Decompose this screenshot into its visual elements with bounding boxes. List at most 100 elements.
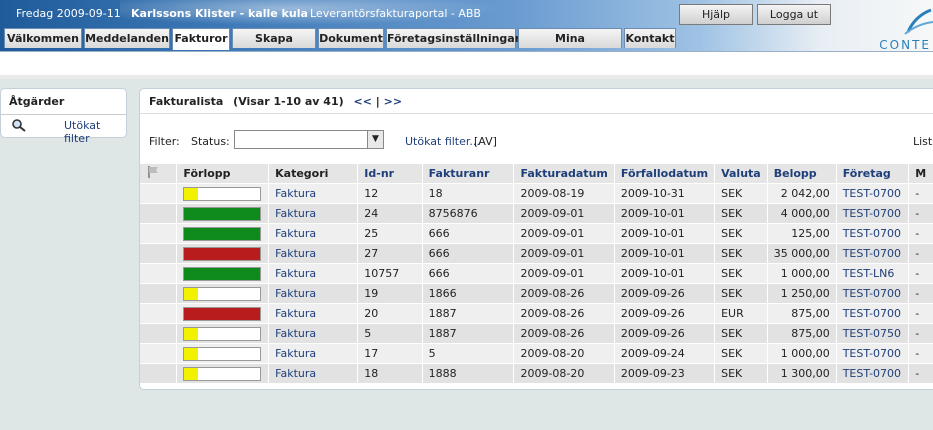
row-foretag[interactable]: TEST-0700 bbox=[836, 203, 910, 224]
row-kategori[interactable]: Faktura bbox=[268, 223, 359, 244]
tab-foretagsinstallningar[interactable]: Företagsinställningar bbox=[386, 28, 520, 48]
progress-bar bbox=[183, 346, 262, 361]
tab-kontakt[interactable]: Kontakt bbox=[624, 28, 676, 48]
row-foretag[interactable]: TEST-0750 bbox=[836, 323, 910, 344]
progress-fill bbox=[184, 327, 199, 340]
kategori-link[interactable]: Faktura bbox=[275, 287, 316, 300]
row-foretag[interactable]: TEST-0700 bbox=[836, 343, 910, 364]
tab-meddelanden[interactable]: Meddelanden bbox=[84, 28, 170, 48]
tab-valkommen[interactable]: Välkommen bbox=[4, 28, 82, 48]
column-m[interactable]: M bbox=[908, 164, 933, 184]
row-fakturadatum: 2009-09-01 bbox=[513, 223, 615, 244]
row-kategori[interactable]: Faktura bbox=[268, 243, 359, 264]
row-belopp: 1 000,00 bbox=[767, 263, 837, 284]
row-foretag[interactable]: TEST-0700 bbox=[836, 283, 910, 304]
row-foretag[interactable]: TEST-0700 bbox=[836, 183, 910, 204]
kategori-link[interactable]: Faktura bbox=[275, 227, 316, 240]
row-kategori[interactable]: Faktura bbox=[268, 183, 359, 204]
foretag-link[interactable]: TEST-0700 bbox=[843, 247, 901, 260]
row-foretag[interactable]: TEST-LN6 bbox=[836, 263, 910, 284]
row-kategori[interactable]: Faktura bbox=[268, 343, 359, 364]
kategori-link[interactable]: Faktura bbox=[275, 187, 316, 200]
row-foretag[interactable]: TEST-0700 bbox=[836, 363, 910, 383]
row-progress-cell bbox=[176, 303, 270, 324]
table-row[interactable]: Faktura 20 1887 2009-08-26 2009-09-26 EUR 875,… bbox=[140, 303, 933, 324]
row-kategori[interactable]: Faktura bbox=[268, 323, 359, 344]
column-id-nr[interactable]: Id-nr bbox=[357, 164, 423, 184]
kategori-link[interactable]: Faktura bbox=[275, 247, 316, 260]
row-fakturadatum: 2009-08-26 bbox=[513, 323, 615, 344]
kategori-link[interactable]: Faktura bbox=[275, 267, 316, 280]
tab-mina-installningar[interactable]: Mina inställningar bbox=[518, 28, 622, 65]
foretag-link[interactable]: TEST-LN6 bbox=[843, 267, 895, 280]
extended-filter-link[interactable]: Utökat filter bbox=[64, 119, 100, 145]
foretag-link[interactable]: TEST-0700 bbox=[843, 187, 901, 200]
foretag-link[interactable]: TEST-0700 bbox=[843, 287, 901, 300]
magnifier-icon[interactable] bbox=[11, 118, 27, 135]
logo-text: CONTE bbox=[879, 38, 931, 52]
foretag-link[interactable]: TEST-0750 bbox=[843, 327, 901, 340]
list-title: Fakturalista bbox=[149, 95, 224, 108]
table-row[interactable]: Faktura 25 666 2009-09-01 2009-10-01 SEK 125,0… bbox=[140, 223, 933, 244]
table-row[interactable]: Faktura 24 8756876 2009-09-01 2009-10-01 SEK 4… bbox=[140, 203, 933, 224]
table-row[interactable]: Faktura 18 1888 2009-08-20 2009-09-23 SEK 1 30… bbox=[140, 363, 933, 383]
row-m: - bbox=[908, 323, 933, 344]
row-progress-cell bbox=[176, 363, 270, 383]
foretag-link[interactable]: TEST-0700 bbox=[843, 307, 901, 320]
prev-page-link[interactable]: << bbox=[353, 95, 371, 108]
table-row[interactable]: Faktura 19 1866 2009-08-26 2009-09-26 SEK 1 25… bbox=[140, 283, 933, 304]
column-belopp[interactable]: Belopp bbox=[767, 164, 837, 184]
tab-fakturor[interactable]: Fakturor bbox=[172, 28, 230, 50]
row-foretag[interactable]: TEST-0700 bbox=[836, 303, 910, 324]
status-select[interactable]: ▼ bbox=[234, 130, 384, 149]
logout-button[interactable]: Logga ut bbox=[757, 4, 831, 25]
extended-filter-link-list[interactable]: Utökat filter... bbox=[405, 135, 480, 148]
column-kategori[interactable]: Kategori bbox=[268, 164, 359, 184]
table-row[interactable]: Faktura 10757 666 2009-09-01 2009-10-01 SEK 1 … bbox=[140, 263, 933, 284]
column-fakturadatum[interactable]: Fakturadatum bbox=[513, 164, 615, 184]
row-kategori[interactable]: Faktura bbox=[268, 303, 359, 324]
help-button[interactable]: Hjälp bbox=[679, 4, 753, 25]
column-forfallodatum[interactable]: Förfallodatum bbox=[614, 164, 716, 184]
kategori-link[interactable]: Faktura bbox=[275, 307, 316, 320]
kategori-link[interactable]: Faktura bbox=[275, 347, 316, 360]
table-row[interactable]: Faktura 27 666 2009-09-01 2009-10-01 SEK 35 00… bbox=[140, 243, 933, 264]
row-kategori[interactable]: Faktura bbox=[268, 283, 359, 304]
row-kategori[interactable]: Faktura bbox=[268, 363, 359, 383]
row-forfallodatum: 2009-10-01 bbox=[614, 203, 716, 224]
progress-fill bbox=[184, 267, 261, 280]
column-fakturanr[interactable]: Fakturanr bbox=[422, 164, 515, 184]
row-kategori[interactable]: Faktura bbox=[268, 203, 359, 224]
foretag-link[interactable]: TEST-0700 bbox=[843, 207, 901, 220]
tab-skapa-faktura[interactable]: Skapa faktura bbox=[232, 28, 316, 65]
column-valuta[interactable]: Valuta bbox=[714, 164, 768, 184]
kategori-link[interactable]: Faktura bbox=[275, 327, 316, 340]
foretag-link[interactable]: TEST-0700 bbox=[843, 367, 901, 380]
row-fakturadatum: 2009-08-26 bbox=[513, 303, 615, 324]
next-page-link[interactable]: >> bbox=[384, 95, 402, 108]
kategori-link[interactable]: Faktura bbox=[275, 367, 316, 380]
row-flag-cell bbox=[140, 303, 178, 324]
table-row[interactable]: Faktura 12 18 2009-08-19 2009-10-31 SEK 2 042,… bbox=[140, 183, 933, 204]
row-forfallodatum: 2009-09-26 bbox=[614, 323, 716, 344]
progress-bar bbox=[183, 206, 262, 221]
kategori-link[interactable]: Faktura bbox=[275, 207, 316, 220]
row-valuta: SEK bbox=[714, 183, 768, 204]
foretag-link[interactable]: TEST-0700 bbox=[843, 347, 901, 360]
column-foretag[interactable]: Företag bbox=[836, 164, 910, 184]
row-id: 25 bbox=[357, 223, 423, 244]
row-kategori[interactable]: Faktura bbox=[268, 263, 359, 284]
chevron-down-icon[interactable]: ▼ bbox=[367, 131, 383, 148]
foretag-link[interactable]: TEST-0700 bbox=[843, 227, 901, 240]
tab-dokument[interactable]: Dokument bbox=[318, 28, 384, 48]
invoice-list-panel: Fakturalista (Visar 1-10 av 41) << | >> … bbox=[139, 88, 933, 390]
table-row[interactable]: Faktura 17 5 2009-08-20 2009-09-24 SEK 1 000,0… bbox=[140, 343, 933, 364]
row-foretag[interactable]: TEST-0700 bbox=[836, 243, 910, 264]
column-forlopp[interactable]: Förlopp bbox=[176, 164, 270, 184]
table-row[interactable]: Faktura 5 1887 2009-08-26 2009-09-26 SEK 875,0… bbox=[140, 323, 933, 344]
row-belopp: 875,00 bbox=[767, 303, 837, 324]
progress-bar bbox=[183, 246, 262, 261]
row-m: - bbox=[908, 223, 933, 244]
row-foretag[interactable]: TEST-0700 bbox=[836, 223, 910, 244]
invoice-table-body: Faktura 12 18 2009-08-19 2009-10-31 SEK 2 042,… bbox=[140, 183, 933, 383]
